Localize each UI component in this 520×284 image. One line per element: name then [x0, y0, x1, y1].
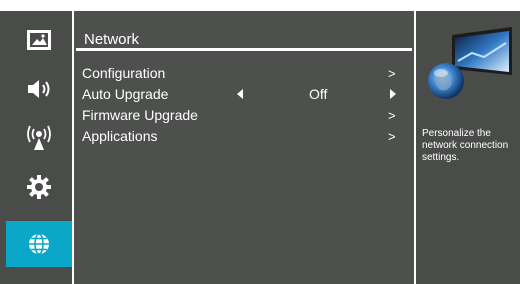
menu-item-label: Firmware Upgrade	[82, 107, 198, 123]
sidebar-item-sound[interactable]	[6, 66, 72, 112]
menu-item-auto-upgrade[interactable]: Auto Upgrade Off	[74, 84, 414, 105]
sidebar-item-network[interactable]	[6, 221, 72, 267]
chevron-right-icon: >	[388, 66, 396, 81]
sidebar-item-settings[interactable]	[6, 164, 72, 210]
network-illustration-icon	[428, 27, 512, 99]
menu-item-applications[interactable]: Applications >	[74, 126, 414, 147]
sidebar-item-broadcast[interactable]	[6, 115, 72, 161]
picture-icon	[27, 30, 51, 50]
triangle-right-icon[interactable]	[390, 89, 396, 99]
gear-icon	[27, 175, 51, 199]
sidebar	[0, 11, 72, 284]
title-bar: Network	[76, 13, 412, 51]
broadcast-icon	[27, 125, 51, 150]
main-panel: Network Configuration > Auto Upgrade Off…	[74, 11, 414, 284]
menu-item-label: Applications	[82, 128, 158, 144]
speaker-icon	[28, 80, 50, 98]
chevron-right-icon: >	[388, 129, 396, 144]
menu-item-configuration[interactable]: Configuration >	[74, 63, 414, 84]
globe-icon	[29, 233, 49, 255]
sidebar-item-picture[interactable]	[6, 17, 72, 63]
page-title: Network	[84, 31, 140, 48]
auto-upgrade-value: Off	[309, 86, 328, 102]
info-description: Personalize the network connection setti…	[422, 128, 509, 163]
chevron-right-icon: >	[388, 108, 396, 123]
menu-item-label: Auto Upgrade	[82, 86, 169, 102]
info-panel: Personalize the network connection setti…	[416, 11, 520, 284]
menu-item-firmware-upgrade[interactable]: Firmware Upgrade >	[74, 105, 414, 126]
menu-item-label: Configuration	[82, 65, 166, 81]
triangle-left-icon[interactable]	[237, 89, 243, 99]
